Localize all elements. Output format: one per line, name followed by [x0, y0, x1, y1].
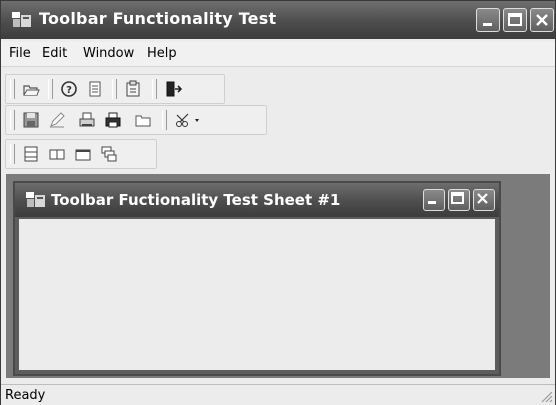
document-button[interactable]	[84, 78, 106, 100]
clipboard-button[interactable]	[122, 78, 144, 100]
app-icon	[12, 12, 31, 27]
child-close-button[interactable]	[473, 189, 495, 211]
app-icon	[26, 192, 45, 207]
exit-door-icon	[166, 81, 182, 97]
exit-button[interactable]	[162, 78, 184, 100]
minimize-button[interactable]	[476, 8, 500, 32]
menu-window[interactable]: Window	[83, 46, 134, 61]
save-icon	[23, 112, 39, 128]
tile-vertical-button[interactable]	[46, 143, 68, 165]
scissors-icon	[176, 113, 199, 127]
cascade-button[interactable]	[98, 143, 120, 165]
child-window-title: Toolbar Fuctionality Test Sheet #1	[51, 191, 341, 209]
child-title-bar[interactable]: Toolbar Fuctionality Test Sheet #1	[15, 183, 499, 217]
folder-button[interactable]	[132, 109, 154, 131]
maximize-button[interactable]	[503, 8, 527, 32]
cut-dropdown-button[interactable]	[172, 109, 202, 131]
single-window-button[interactable]	[72, 143, 94, 165]
main-window: Toolbar Functionality Test File Edit Win…	[0, 0, 556, 405]
tile-horizontal-icon	[24, 146, 38, 162]
toolbar-edit	[5, 105, 267, 135]
child-client-area[interactable]	[19, 219, 495, 370]
help-button[interactable]: ?	[58, 78, 80, 100]
menu-file[interactable]: File	[9, 46, 31, 61]
child-maximize-button[interactable]	[448, 189, 470, 211]
save-button[interactable]	[20, 109, 42, 131]
open-button[interactable]	[20, 78, 42, 100]
toolbar-grip[interactable]	[10, 144, 15, 164]
menu-help[interactable]: Help	[147, 46, 177, 61]
tile-vertical-icon	[49, 149, 65, 160]
child-minimize-button[interactable]	[423, 189, 445, 211]
window-title: Toolbar Functionality Test	[39, 9, 277, 28]
printer-icon	[105, 112, 121, 128]
minimize-icon	[428, 201, 436, 204]
child-window[interactable]: Toolbar Fuctionality Test Sheet #1	[13, 181, 501, 376]
folder-icon	[135, 115, 151, 127]
print-button[interactable]	[102, 109, 124, 131]
edit-button[interactable]	[46, 109, 68, 131]
tile-horizontal-button[interactable]	[20, 143, 42, 165]
print-preview-button[interactable]	[76, 109, 98, 131]
toolbar-file: ?	[5, 74, 225, 104]
print-preview-icon	[79, 112, 95, 127]
status-bar: Ready	[1, 384, 555, 405]
maximize-icon	[451, 192, 464, 204]
open-folder-icon	[23, 85, 40, 96]
status-text: Ready	[5, 388, 46, 403]
minimize-icon	[483, 23, 492, 26]
menu-edit[interactable]: Edit	[42, 46, 67, 61]
clipboard-icon	[126, 80, 140, 97]
single-window-icon	[75, 149, 91, 161]
toolbar-grip[interactable]	[10, 110, 15, 130]
close-icon	[477, 193, 488, 204]
maximize-icon	[508, 13, 522, 26]
close-icon	[536, 14, 548, 26]
document-icon	[89, 81, 101, 97]
cascade-icon	[101, 146, 117, 162]
menu-bar: File Edit Window Help	[1, 42, 555, 67]
resize-grip-icon[interactable]	[539, 389, 553, 403]
close-button[interactable]	[530, 8, 554, 32]
toolbar-grip[interactable]	[10, 79, 15, 99]
title-bar[interactable]: Toolbar Functionality Test	[1, 1, 555, 39]
help-icon: ?	[61, 81, 77, 97]
toolbar-window	[5, 139, 157, 169]
svg-text:?: ?	[66, 85, 72, 96]
pencil-icon	[50, 112, 65, 128]
